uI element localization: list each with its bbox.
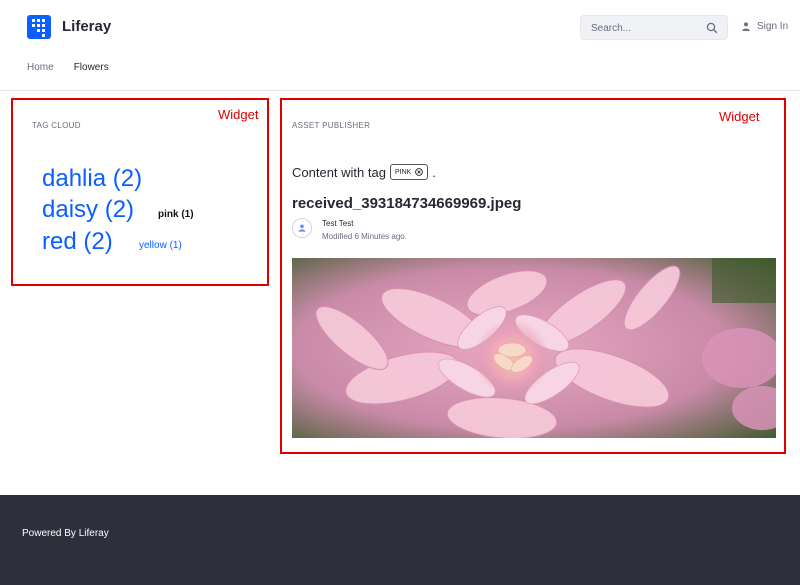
tag-daisy[interactable]: daisy (2)	[42, 196, 134, 224]
footer-text: Powered By Liferay	[22, 528, 109, 539]
nav-item-flowers[interactable]: Flowers	[74, 62, 109, 73]
search-input[interactable]	[581, 16, 713, 41]
filter-tag-chip: PINK	[389, 164, 429, 180]
content-with-tag-label: Content with tag	[292, 164, 386, 180]
liferay-logo-icon[interactable]	[27, 15, 51, 39]
footer: Powered By Liferay	[0, 495, 800, 585]
author-name: Test Test	[322, 219, 354, 228]
filter-tag-label: PINK	[394, 168, 412, 176]
header-divider	[0, 90, 800, 91]
search-box	[580, 15, 728, 41]
asset-title[interactable]: received_393184734669969.jpeg	[292, 195, 521, 212]
sign-in-label: Sign In	[757, 21, 789, 32]
user-icon	[298, 224, 306, 232]
asset-publisher-title: ASSET PUBLISHER	[292, 121, 371, 130]
main-nav: Home Flowers	[27, 62, 109, 73]
sign-in-link[interactable]: Sign In	[742, 21, 788, 32]
content-with-tag-line: Content with tag PINK .	[292, 164, 436, 180]
nav-item-home[interactable]: Home	[27, 62, 54, 73]
site-title[interactable]: Liferay	[62, 18, 111, 35]
user-icon	[742, 22, 750, 31]
modified-date: Modified 6 Minutes ago.	[322, 232, 407, 241]
tag-cloud-title: TAG CLOUD	[32, 121, 81, 130]
tag-yellow[interactable]: yellow (1)	[139, 240, 182, 251]
tag-dahlia[interactable]: dahlia (2)	[42, 165, 142, 193]
remove-tag-icon[interactable]	[415, 168, 424, 176]
search-icon[interactable]	[706, 22, 718, 34]
widget-annotation-left: Widget	[218, 107, 259, 122]
period-text: .	[432, 164, 436, 180]
widget-annotation-right: Widget	[719, 109, 760, 124]
tag-red[interactable]: red (2)	[42, 228, 113, 256]
asset-image[interactable]	[292, 258, 776, 438]
avatar	[292, 218, 312, 238]
tag-pink[interactable]: pink (1)	[158, 209, 194, 220]
